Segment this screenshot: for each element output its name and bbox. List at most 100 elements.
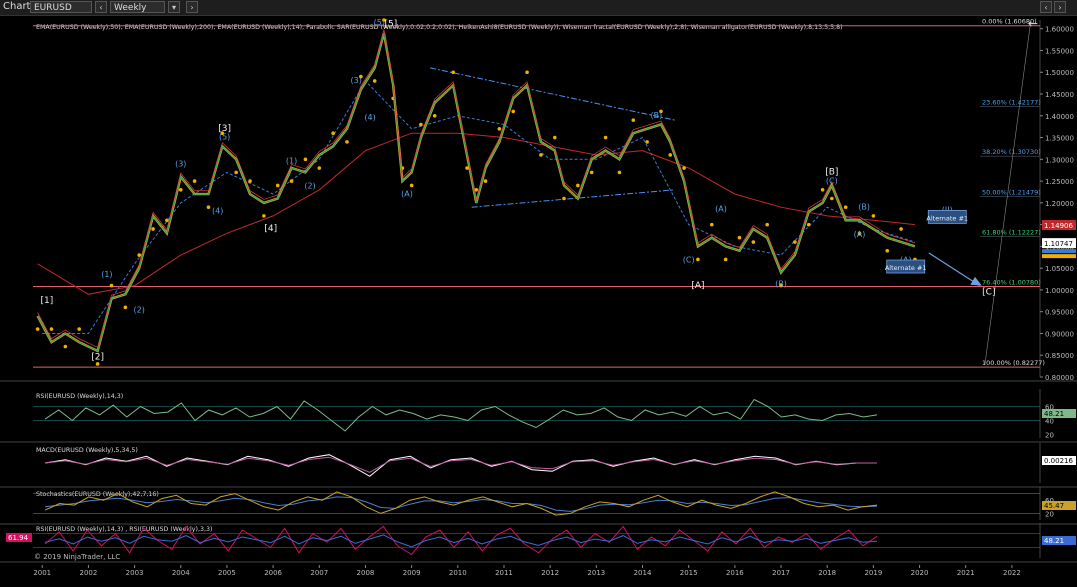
y-tick-label: 0.80000 <box>1045 374 1074 382</box>
sar-dot <box>49 327 54 331</box>
sar-dot <box>178 187 183 192</box>
y-tick-label: 1.20000 <box>1045 200 1074 208</box>
fib-level-label: 61.80% (1.12227) <box>982 229 1041 237</box>
y-tick-label: 1.00000 <box>1045 287 1074 295</box>
sar-dot <box>289 179 294 183</box>
sar-dot <box>885 248 890 253</box>
x-tick-label: 2022 <box>1003 569 1021 577</box>
x-tick-label: 2011 <box>495 569 513 577</box>
x-tick-label: 2012 <box>541 569 559 577</box>
sar-dot <box>696 257 700 262</box>
sar-dot <box>552 135 557 140</box>
sar-dot <box>137 253 142 257</box>
timeframe-select[interactable]: Weekly <box>110 1 165 13</box>
y-tick-label: 0.95000 <box>1045 309 1074 317</box>
macd-value: 0.00216 <box>1044 457 1073 465</box>
price-tag-ema14 <box>1042 249 1076 254</box>
chart-svg[interactable]: 1.60000 1.55000 1.50000 1.45000 1.40000 1.350… <box>0 16 1077 583</box>
sar-dot <box>511 109 516 114</box>
x-tick-label: 2020 <box>911 569 929 577</box>
sar-dot <box>35 327 40 331</box>
sar-dot <box>345 140 349 144</box>
x-tick-label: 2021 <box>957 569 975 577</box>
sar-dot <box>206 205 211 210</box>
y-tick-label: 1.60000 <box>1045 26 1074 34</box>
sar-dot <box>409 183 414 188</box>
y-tick-label: 0.85000 <box>1045 352 1074 360</box>
wave-label: (5) <box>374 18 385 27</box>
sar-dot <box>631 118 636 122</box>
wave-label: (B) <box>650 111 662 120</box>
x-tick-label: 2009 <box>403 569 421 577</box>
wave-label: [C] <box>982 287 995 297</box>
sar-dot <box>262 214 266 218</box>
sar-dot <box>806 222 811 227</box>
chevron-down-icon[interactable]: ▾ <box>168 1 180 13</box>
sar-dot <box>843 205 848 210</box>
wave-label: (C) <box>683 255 695 264</box>
wave-label: (B) <box>775 279 787 288</box>
wave-label: (1) <box>286 157 297 166</box>
sar-dot <box>109 283 114 288</box>
chart-title: Chart <box>3 1 31 12</box>
x-tick-label: 2001 <box>33 569 51 577</box>
scroll-right-icon[interactable]: › <box>1054 1 1066 13</box>
sar-dot <box>871 214 876 218</box>
sar-dot <box>317 166 322 170</box>
sar-dot <box>63 344 68 349</box>
copyright-label: © 2019 NinjaTrader, LLC <box>34 553 121 561</box>
wave-label: (A) <box>854 230 866 239</box>
chevron-right-icon[interactable]: › <box>186 1 198 13</box>
sar-dot <box>737 235 742 240</box>
x-tick-label: 2017 <box>772 569 790 577</box>
sar-dot <box>234 170 238 175</box>
sar-dot <box>77 327 81 331</box>
sar-dot <box>451 70 455 75</box>
sar-dot <box>372 79 377 83</box>
price-tag-sar <box>1042 254 1076 259</box>
x-tick-label: 2007 <box>310 569 328 577</box>
wave-label: (3) <box>351 76 362 85</box>
fib-level-label: 23.60% (1.42177) <box>982 98 1041 106</box>
wave-label: [4] <box>264 224 277 234</box>
x-tick-label: 2018 <box>818 569 836 577</box>
wave-label: (4) <box>364 113 375 122</box>
chart-area[interactable]: 1.60000 1.55000 1.50000 1.45000 1.40000 1.350… <box>0 16 1077 583</box>
sar-dot <box>765 222 769 227</box>
stoch-tick: 20 <box>1045 510 1054 518</box>
x-tick-label: 2010 <box>449 569 467 577</box>
sar-dot <box>95 362 100 366</box>
sar-dot <box>151 227 155 231</box>
sar-dot <box>539 153 543 157</box>
y-tick-label: 1.45000 <box>1045 91 1074 99</box>
x-tick-label: 2005 <box>218 569 236 577</box>
fib-level-label: 100.00% (0.82277) <box>982 359 1045 367</box>
sar-dot <box>432 113 437 118</box>
fib-level-label: 50.00% (1.21479) <box>982 188 1041 196</box>
y-tick-label: 1.05000 <box>1045 265 1074 273</box>
x-tick-label: 2019 <box>864 569 882 577</box>
sar-dot <box>709 222 714 227</box>
sar-dot <box>303 157 308 162</box>
sar-dot <box>830 196 834 201</box>
chevron-left-icon[interactable]: ‹ <box>95 1 107 13</box>
indicator-legend: EMA(EURUSD (Weekly),50), EMA(EURUSD (Wee… <box>36 24 843 31</box>
alternate-label: Alternate #1 <box>885 264 927 272</box>
instrument-select[interactable]: EURUSD <box>30 1 92 13</box>
price-tag-ema200-label: 1.14906 <box>1044 222 1073 230</box>
sar-dot <box>899 227 903 231</box>
x-tick-label: 2002 <box>79 569 97 577</box>
x-tick-label: 2013 <box>587 569 605 577</box>
x-tick-label: 2003 <box>126 569 144 577</box>
sar-dot <box>562 196 566 201</box>
x-tick-label: 2015 <box>680 569 698 577</box>
sar-dot <box>419 122 423 127</box>
sar-dot <box>248 179 252 183</box>
sar-dot <box>165 218 169 223</box>
sar-dot <box>820 187 825 192</box>
scroll-left-icon[interactable]: ‹ <box>1040 1 1052 13</box>
wave-label: (A) <box>715 205 727 214</box>
chart-background <box>0 16 1077 583</box>
fib-anchor-icon: ← <box>1028 16 1038 30</box>
rsi1-title: RSI(EURUSD (Weekly),14,3) <box>36 393 123 400</box>
